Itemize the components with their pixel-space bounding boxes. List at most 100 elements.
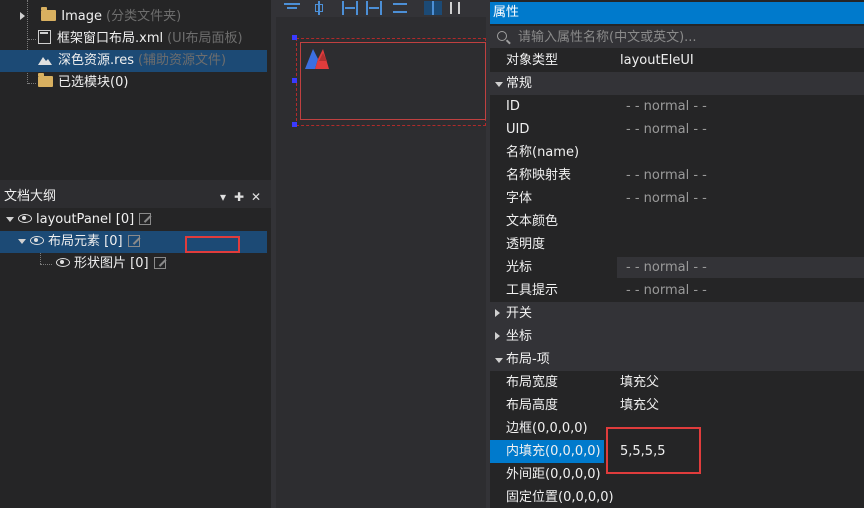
outline-title: 文档大纲 bbox=[4, 189, 57, 204]
property-row[interactable]: 布局宽度 填充父 bbox=[490, 371, 864, 394]
eye-icon[interactable] bbox=[18, 214, 32, 223]
align-vcenter-icon[interactable] bbox=[312, 1, 330, 15]
highlight-box bbox=[606, 427, 701, 474]
property-value[interactable]: - - normal - - bbox=[626, 95, 707, 118]
distribute-h-icon[interactable] bbox=[342, 1, 360, 15]
align-top-icon[interactable] bbox=[284, 1, 302, 15]
same-size-icon[interactable] bbox=[392, 1, 410, 15]
property-row[interactable]: 布局高度 填充父 bbox=[490, 394, 864, 417]
property-row[interactable]: 名称映射表 - - normal - - bbox=[490, 164, 864, 187]
tree-item-layout-xml[interactable]: 框架窗口布局.xml (UI布局面板) bbox=[38, 28, 243, 50]
tree-connector bbox=[40, 264, 52, 265]
highlight-box bbox=[185, 236, 240, 253]
property-category[interactable]: 坐标 bbox=[490, 325, 864, 348]
folder-icon bbox=[38, 73, 53, 87]
design-canvas[interactable] bbox=[276, 0, 486, 508]
property-value[interactable]: 填充父 bbox=[620, 394, 659, 417]
panel-menu-icon[interactable]: ▾ bbox=[216, 186, 230, 208]
eye-icon[interactable] bbox=[56, 258, 70, 267]
collapse-arrow-icon[interactable] bbox=[18, 239, 26, 244]
outline-item-shape-image[interactable]: 形状图片 [0] bbox=[54, 253, 166, 275]
eye-icon[interactable] bbox=[30, 236, 44, 245]
resource-tree: Image (分类文件夹) 框架窗口布局.xml (UI布局面板) 深色资源.res… bbox=[0, 0, 271, 180]
property-category-label: 开关 bbox=[506, 306, 533, 321]
expand-arrow-icon[interactable] bbox=[495, 302, 500, 325]
prev-icon[interactable] bbox=[448, 1, 466, 15]
properties-title: 属性 bbox=[490, 2, 864, 24]
property-row[interactable]: ID - - normal - - bbox=[490, 95, 864, 118]
layout-file-icon bbox=[38, 30, 51, 44]
property-value[interactable]: - - normal - - bbox=[626, 164, 707, 187]
property-category[interactable]: 常规 bbox=[490, 72, 864, 95]
tree-item-hint: (辅助资源文件) bbox=[137, 53, 227, 68]
expand-arrow-icon[interactable] bbox=[20, 12, 25, 20]
outline-item-layoutpanel[interactable]: layoutPanel [0] bbox=[2, 209, 152, 231]
property-name: 固定位置(0,0,0,0) bbox=[506, 490, 614, 505]
resize-handle[interactable] bbox=[292, 35, 297, 40]
property-name: UID bbox=[506, 122, 530, 137]
property-name: 字体 bbox=[506, 191, 533, 206]
property-row[interactable]: UID - - normal - - bbox=[490, 118, 864, 141]
outline-header: 文档大纲 ▾ ✚ ✕ bbox=[0, 186, 271, 208]
expand-arrow-icon[interactable] bbox=[495, 325, 500, 348]
property-row[interactable]: 固定位置(0,0,0,0) bbox=[490, 486, 864, 508]
tree-connector bbox=[28, 39, 36, 40]
app-logo bbox=[305, 47, 333, 73]
property-category[interactable]: 开关 bbox=[490, 302, 864, 325]
edit-icon[interactable] bbox=[139, 213, 152, 225]
collapse-arrow-icon[interactable] bbox=[495, 348, 503, 371]
property-row[interactable]: 工具提示 - - normal - - bbox=[490, 279, 864, 302]
outline-item-label: layoutPanel [0] bbox=[36, 212, 135, 227]
property-name: ID bbox=[506, 99, 520, 114]
collapse-arrow-icon[interactable] bbox=[495, 72, 503, 95]
property-name: 工具提示 bbox=[506, 283, 559, 298]
property-row[interactable]: 文本颜色 bbox=[490, 210, 864, 233]
property-search bbox=[490, 26, 864, 48]
outline-item-label: 布局元素 [0] bbox=[48, 234, 123, 249]
distribute-h2-icon[interactable] bbox=[366, 1, 384, 15]
properties-panel: 属性 对象类型 layoutEleUI 常规 ID - - normal - - UID -… bbox=[490, 0, 864, 508]
property-value[interactable]: - - normal - - bbox=[626, 256, 707, 279]
edit-icon[interactable] bbox=[127, 235, 140, 247]
edit-icon[interactable] bbox=[153, 257, 166, 269]
property-category-label: 布局-项 bbox=[506, 352, 550, 367]
property-value[interactable]: layoutEleUI bbox=[620, 49, 694, 72]
tree-item-image-folder[interactable]: Image (分类文件夹) bbox=[20, 6, 181, 28]
property-value[interactable]: - - normal - - bbox=[626, 279, 707, 302]
close-icon[interactable]: ✕ bbox=[249, 186, 263, 208]
property-name: 布局高度 bbox=[506, 398, 559, 413]
resize-handle[interactable] bbox=[292, 122, 297, 127]
collapse-arrow-icon[interactable] bbox=[6, 217, 14, 222]
property-name: 外间距(0,0,0,0) bbox=[506, 467, 601, 482]
folder-icon bbox=[41, 7, 57, 21]
tree-item-hint: (UI布局面板) bbox=[167, 31, 243, 46]
align-toolbar bbox=[276, 0, 486, 17]
property-name: 内填充(0,0,0,0) bbox=[490, 440, 604, 463]
property-category[interactable]: 布局-项 bbox=[490, 348, 864, 371]
tree-item-label: 框架窗口布局.xml bbox=[57, 31, 164, 46]
property-row[interactable]: 对象类型 layoutEleUI bbox=[490, 49, 864, 72]
property-value[interactable]: 填充父 bbox=[620, 371, 659, 394]
tree-item-dark-res[interactable]: 深色资源.res (辅助资源文件) bbox=[0, 50, 267, 72]
tree-item-label: Image bbox=[61, 9, 102, 24]
property-name: 边框(0,0,0,0) bbox=[506, 421, 588, 436]
property-name: 名称映射表 bbox=[506, 168, 572, 183]
tree-item-hint: (分类文件夹) bbox=[106, 9, 182, 24]
same-height-icon[interactable] bbox=[424, 1, 442, 15]
property-row[interactable]: 透明度 bbox=[490, 233, 864, 256]
resize-handle[interactable] bbox=[292, 78, 297, 83]
property-row[interactable]: 光标 - - normal - - bbox=[490, 256, 864, 279]
property-row[interactable]: 名称(name) bbox=[490, 141, 864, 164]
property-name: 透明度 bbox=[506, 237, 546, 252]
tree-item-selected-modules[interactable]: 已选模块(0) bbox=[38, 72, 128, 94]
property-category-label: 坐标 bbox=[506, 329, 533, 344]
property-value[interactable]: - - normal - - bbox=[626, 118, 707, 141]
pin-icon[interactable]: ✚ bbox=[232, 186, 246, 208]
tree-item-label: 深色资源.res bbox=[58, 53, 134, 68]
property-value[interactable]: - - normal - - bbox=[626, 187, 707, 210]
tree-item-label: 已选模块(0) bbox=[58, 75, 129, 90]
property-search-input[interactable] bbox=[518, 26, 858, 48]
property-name: 对象类型 bbox=[506, 53, 559, 68]
left-column: Image (分类文件夹) 框架窗口布局.xml (UI布局面板) 深色资源.res… bbox=[0, 0, 271, 508]
property-row[interactable]: 字体 - - normal - - bbox=[490, 187, 864, 210]
